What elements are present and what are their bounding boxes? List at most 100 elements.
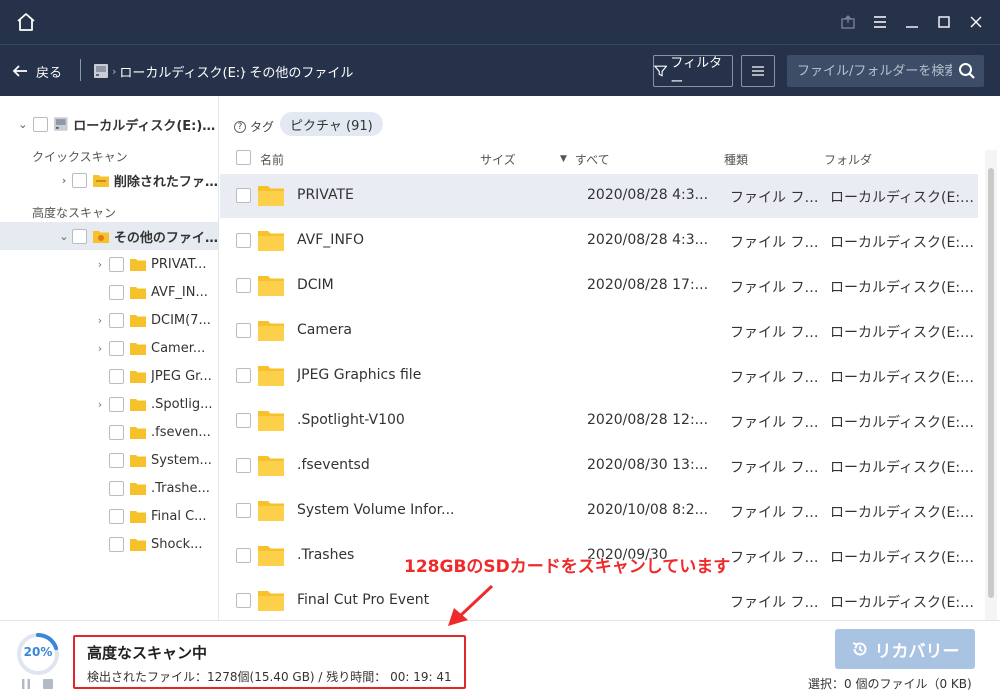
checkbox[interactable] xyxy=(32,116,48,132)
chevron-right-icon[interactable]: › xyxy=(94,314,106,327)
table-row[interactable]: JPEG Graphics file ファイル フォ... ローカルディスク(E:)… xyxy=(220,354,978,398)
checkbox[interactable] xyxy=(71,172,87,188)
row-checkbox[interactable] xyxy=(236,233,251,248)
checkbox[interactable] xyxy=(109,396,124,412)
close-icon[interactable] xyxy=(966,12,986,32)
checkbox[interactable] xyxy=(109,508,124,524)
checkbox[interactable] xyxy=(109,312,124,328)
row-checkbox[interactable] xyxy=(236,413,251,428)
row-checkbox[interactable] xyxy=(236,593,251,608)
row-checkbox[interactable] xyxy=(236,548,251,563)
feedback-icon[interactable] xyxy=(838,12,858,32)
table-row[interactable]: .Spotlight-V100 2020/08/28 12:... ファイル フォ.… xyxy=(220,399,978,443)
table-row[interactable]: Final Cut Pro Event ファイル フォ... ローカルディスク(E:… xyxy=(220,579,978,620)
home-icon[interactable] xyxy=(14,10,38,34)
row-checkbox[interactable] xyxy=(236,278,251,293)
folder-icon xyxy=(258,546,284,566)
folder-icon xyxy=(258,321,284,341)
tree-item[interactable]: .Trashe... xyxy=(0,474,218,502)
checkbox[interactable] xyxy=(109,536,124,552)
tree-item[interactable]: › Camer... xyxy=(0,334,218,362)
checkbox[interactable] xyxy=(109,340,124,356)
tree-item-label: JPEG Gr... xyxy=(151,368,212,384)
cell-type: ファイル フォ... xyxy=(730,460,822,476)
maximize-icon[interactable] xyxy=(934,12,954,32)
breadcrumb-label: ローカルディスク(E:) xyxy=(119,65,246,81)
table-row[interactable]: AVF_INFO 2020/08/28 4:3... ファイル フォ... ローカルデ… xyxy=(220,219,978,263)
checkbox[interactable] xyxy=(109,284,124,300)
scrollbar-thumb[interactable] xyxy=(988,168,994,598)
chevron-right-icon: › xyxy=(242,64,247,78)
folder-icon xyxy=(258,501,284,521)
tree-item[interactable]: Final C... xyxy=(0,502,218,530)
column-header-name[interactable]: 名前 xyxy=(260,148,284,170)
tree-item[interactable]: System... xyxy=(0,446,218,474)
chevron-right-icon[interactable]: › xyxy=(94,398,106,411)
back-button[interactable]: 戻る xyxy=(12,59,62,83)
tree-item[interactable]: AVF_IN... xyxy=(0,278,218,306)
search-icon[interactable] xyxy=(958,62,976,80)
row-checkbox[interactable] xyxy=(236,458,251,473)
row-checkbox[interactable] xyxy=(236,188,251,203)
column-header-type[interactable]: 種類 xyxy=(724,148,748,170)
stop-icon[interactable] xyxy=(41,677,55,691)
help-icon[interactable]: ? xyxy=(234,120,246,133)
filter-label: フィルター xyxy=(670,56,723,90)
scan-status-title: 高度なスキャン中 xyxy=(87,644,208,662)
cell-name: PRIVATE xyxy=(297,187,354,203)
search-input[interactable] xyxy=(787,55,952,87)
tree-item[interactable]: › PRIVAT... xyxy=(0,250,218,278)
tree-item[interactable]: › .Spotlig... xyxy=(0,390,218,418)
drive-icon xyxy=(94,64,108,78)
menu-icon[interactable] xyxy=(870,12,890,32)
tree-item[interactable]: › DCIM(7... xyxy=(0,306,218,334)
folder-icon xyxy=(258,276,284,296)
column-header-size[interactable]: サイズ xyxy=(480,148,516,170)
recover-button[interactable]: リカバリー xyxy=(835,629,975,669)
chevron-right-icon[interactable]: › xyxy=(94,342,106,355)
cell-date: 2020/08/28 12:... xyxy=(587,412,709,428)
checkbox[interactable] xyxy=(109,452,124,468)
checkbox[interactable] xyxy=(109,368,124,384)
recover-label: リカバリー xyxy=(874,641,960,662)
select-all-checkbox[interactable] xyxy=(236,150,251,165)
cell-folder: ローカルディスク(E:)¥... xyxy=(830,595,975,611)
tree-item[interactable]: JPEG Gr... xyxy=(0,362,218,390)
breadcrumb-drive[interactable]: › ローカルディスク(E:) xyxy=(93,61,245,81)
column-header-date[interactable]: ▼ すべて xyxy=(560,148,610,170)
folder-icon xyxy=(130,482,146,495)
row-checkbox[interactable] xyxy=(236,323,251,338)
chevron-right-icon[interactable]: › xyxy=(94,258,106,271)
row-checkbox[interactable] xyxy=(236,368,251,383)
chevron-right-icon[interactable]: › xyxy=(58,174,70,187)
pause-icon[interactable] xyxy=(19,677,33,691)
column-header-folder[interactable]: フォルダ xyxy=(824,148,872,170)
tree-item-deleted[interactable]: › 削除されたファ... xyxy=(0,166,218,194)
title-bar xyxy=(0,0,1000,44)
table-row[interactable]: Camera ファイル フォ... ローカルディスク(E:)¥... xyxy=(220,309,978,353)
table-row[interactable]: PRIVATE 2020/08/28 4:3... ファイル フォ... ローカルディ… xyxy=(220,174,978,218)
tree-root-drive[interactable]: ⌄ ローカルディスク(E:)(... xyxy=(0,110,218,138)
selected-files-info: 選択：0 個のファイル（0 KB) xyxy=(808,677,972,691)
table-row[interactable]: .fseventsd 2020/08/30 13:... ファイル フォ... ローカ… xyxy=(220,444,978,488)
cell-folder: ローカルディスク(E:)¥... xyxy=(830,550,975,566)
chevron-down-icon[interactable]: ⌄ xyxy=(17,118,29,131)
row-checkbox[interactable] xyxy=(236,503,251,518)
vertical-scrollbar[interactable] xyxy=(985,150,997,620)
filter-button[interactable]: フィルター xyxy=(653,55,733,90)
chevron-down-icon[interactable]: ⌄ xyxy=(58,230,70,243)
checkbox[interactable] xyxy=(109,424,124,440)
cell-name: .fseventsd xyxy=(297,457,370,473)
view-menu-button[interactable] xyxy=(741,55,775,87)
table-row[interactable]: DCIM 2020/08/28 17:... ファイル フォ... ローカルディスク(… xyxy=(220,264,978,308)
table-row[interactable]: System Volume Infor... 2020/10/08 8:2... フ… xyxy=(220,489,978,533)
tree-item-other-files[interactable]: ⌄ その他のファイ... xyxy=(0,222,218,250)
checkbox[interactable] xyxy=(109,480,124,496)
checkbox[interactable] xyxy=(71,228,87,244)
breadcrumb-folder[interactable]: › その他のファイル xyxy=(242,61,353,81)
tag-pill-picture[interactable]: ピクチャ (91) xyxy=(280,112,383,136)
minimize-icon[interactable] xyxy=(902,12,922,32)
checkbox[interactable] xyxy=(109,256,124,272)
tree-item[interactable]: .fseven... xyxy=(0,418,218,446)
tree-item[interactable]: Shock... xyxy=(0,530,218,558)
